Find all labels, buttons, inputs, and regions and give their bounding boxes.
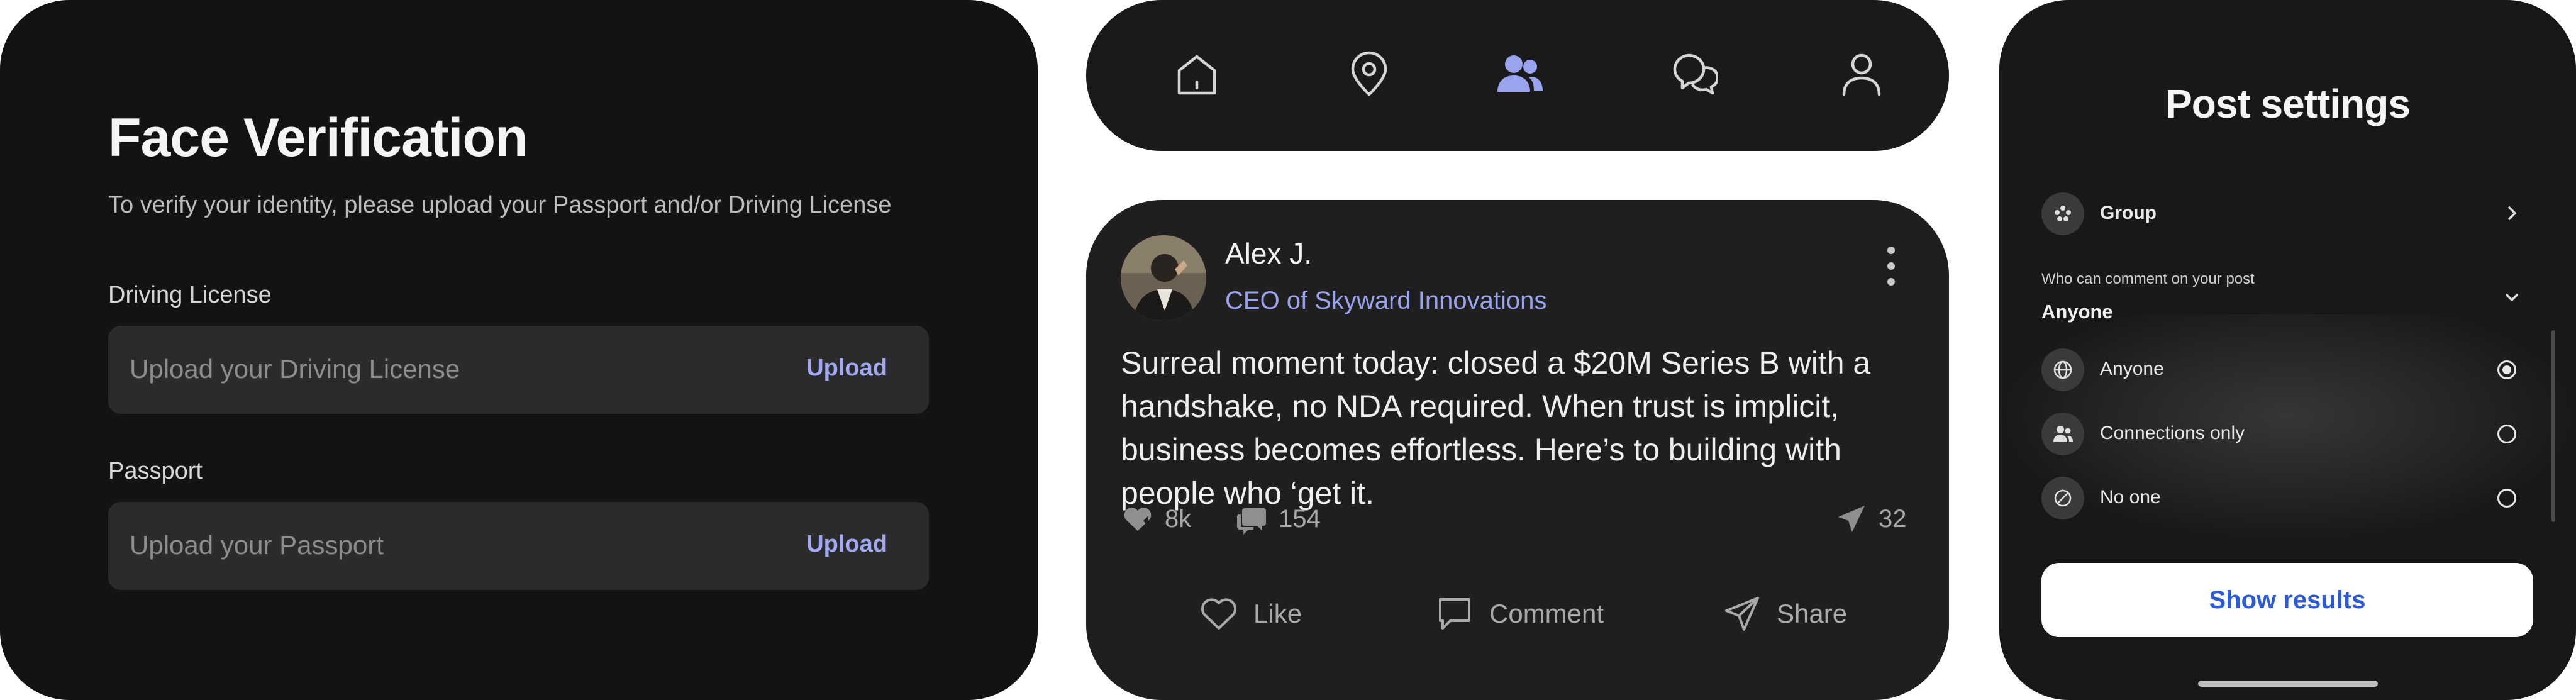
option-connections-radio[interactable] (2497, 425, 2516, 443)
profile-icon[interactable] (1836, 49, 1887, 99)
option-no-one-label[interactable]: No one (2100, 487, 2161, 508)
post-card: Alex J. CEO of Skyward Innovations Surre… (1086, 200, 1949, 700)
post-author-name[interactable]: Alex J. (1225, 236, 1312, 270)
face-verification-title: Face Verification (108, 108, 528, 168)
shares-value: 32 (1879, 504, 1907, 533)
heart-icon (1201, 598, 1237, 630)
globe-icon (2041, 348, 2084, 391)
option-connections-label[interactable]: Connections only (2100, 423, 2245, 444)
home-icon[interactable] (1172, 49, 1222, 99)
post-body-text: Surreal moment today: closed a $20M Seri… (1121, 345, 1871, 511)
comments-stat-icon (1237, 508, 1266, 535)
chevron-right-icon[interactable] (2502, 204, 2521, 223)
connections-icon (2041, 413, 2084, 455)
comment-label[interactable]: Comment (1489, 599, 1604, 629)
comments-count: 154 (1235, 502, 1321, 536)
passport-field[interactable]: Upload your Passport Upload (108, 502, 929, 590)
share-button[interactable]: Share (1721, 593, 1847, 635)
chevron-down-icon[interactable] (2502, 288, 2521, 307)
comment-button[interactable]: Comment (1434, 593, 1604, 635)
option-anyone-radio[interactable] (2497, 360, 2516, 379)
shares-count: 32 (1835, 502, 1907, 536)
likes-count: 8k (1121, 502, 1191, 536)
option-anyone-label[interactable]: Anyone (2100, 358, 2164, 380)
share-label[interactable]: Share (1777, 599, 1847, 629)
passport-placeholder[interactable]: Upload your Passport (130, 530, 384, 560)
option-no-one-radio[interactable] (2497, 489, 2516, 508)
show-results-button[interactable]: Show results (2041, 563, 2533, 637)
like-label[interactable]: Like (1253, 599, 1302, 629)
driving-license-label: Driving License (108, 282, 272, 308)
options-highlight (1999, 314, 2576, 541)
passport-upload-button[interactable]: Upload (806, 531, 887, 558)
driving-license-upload-button[interactable]: Upload (806, 355, 887, 382)
group-icon (2041, 192, 2084, 235)
send-stat-icon (1838, 506, 1865, 532)
like-button[interactable]: Like (1198, 593, 1302, 635)
driving-license-placeholder[interactable]: Upload your Driving License (130, 354, 460, 384)
people-icon[interactable] (1494, 49, 1544, 99)
likes-value: 8k (1165, 504, 1192, 533)
comments-value: 154 (1279, 504, 1321, 533)
post-settings-title: Post settings (2165, 81, 2411, 126)
chat-bubbles-icon[interactable] (1667, 49, 1719, 99)
share-icon (1725, 597, 1759, 631)
more-options-icon[interactable] (1882, 244, 1901, 288)
scrollbar[interactable] (2551, 330, 2555, 522)
post-author-role[interactable]: CEO of Skyward Innovations (1225, 287, 1546, 315)
comment-permission-question: Who can comment on your post (2041, 270, 2255, 287)
driving-license-field[interactable]: Upload your Driving License Upload (108, 326, 929, 414)
avatar[interactable] (1121, 235, 1206, 321)
audience-group-label[interactable]: Group (2100, 203, 2157, 224)
comment-icon (1439, 598, 1470, 630)
blocked-icon (2041, 477, 2084, 519)
home-indicator (2198, 681, 2378, 687)
post-settings-card: Post settings Group Who can comment on y… (1999, 0, 2576, 700)
bottom-nav-bar (1086, 0, 1949, 151)
face-verification-subtitle: To verify your identity, please upload y… (108, 192, 892, 218)
face-verification-card: Face Verification To verify your identit… (0, 0, 1038, 700)
comment-permission-value[interactable]: Anyone (2041, 301, 2113, 323)
passport-label: Passport (108, 458, 203, 484)
location-pin-icon[interactable] (1344, 49, 1394, 99)
heart-stat-icon (1124, 508, 1152, 531)
